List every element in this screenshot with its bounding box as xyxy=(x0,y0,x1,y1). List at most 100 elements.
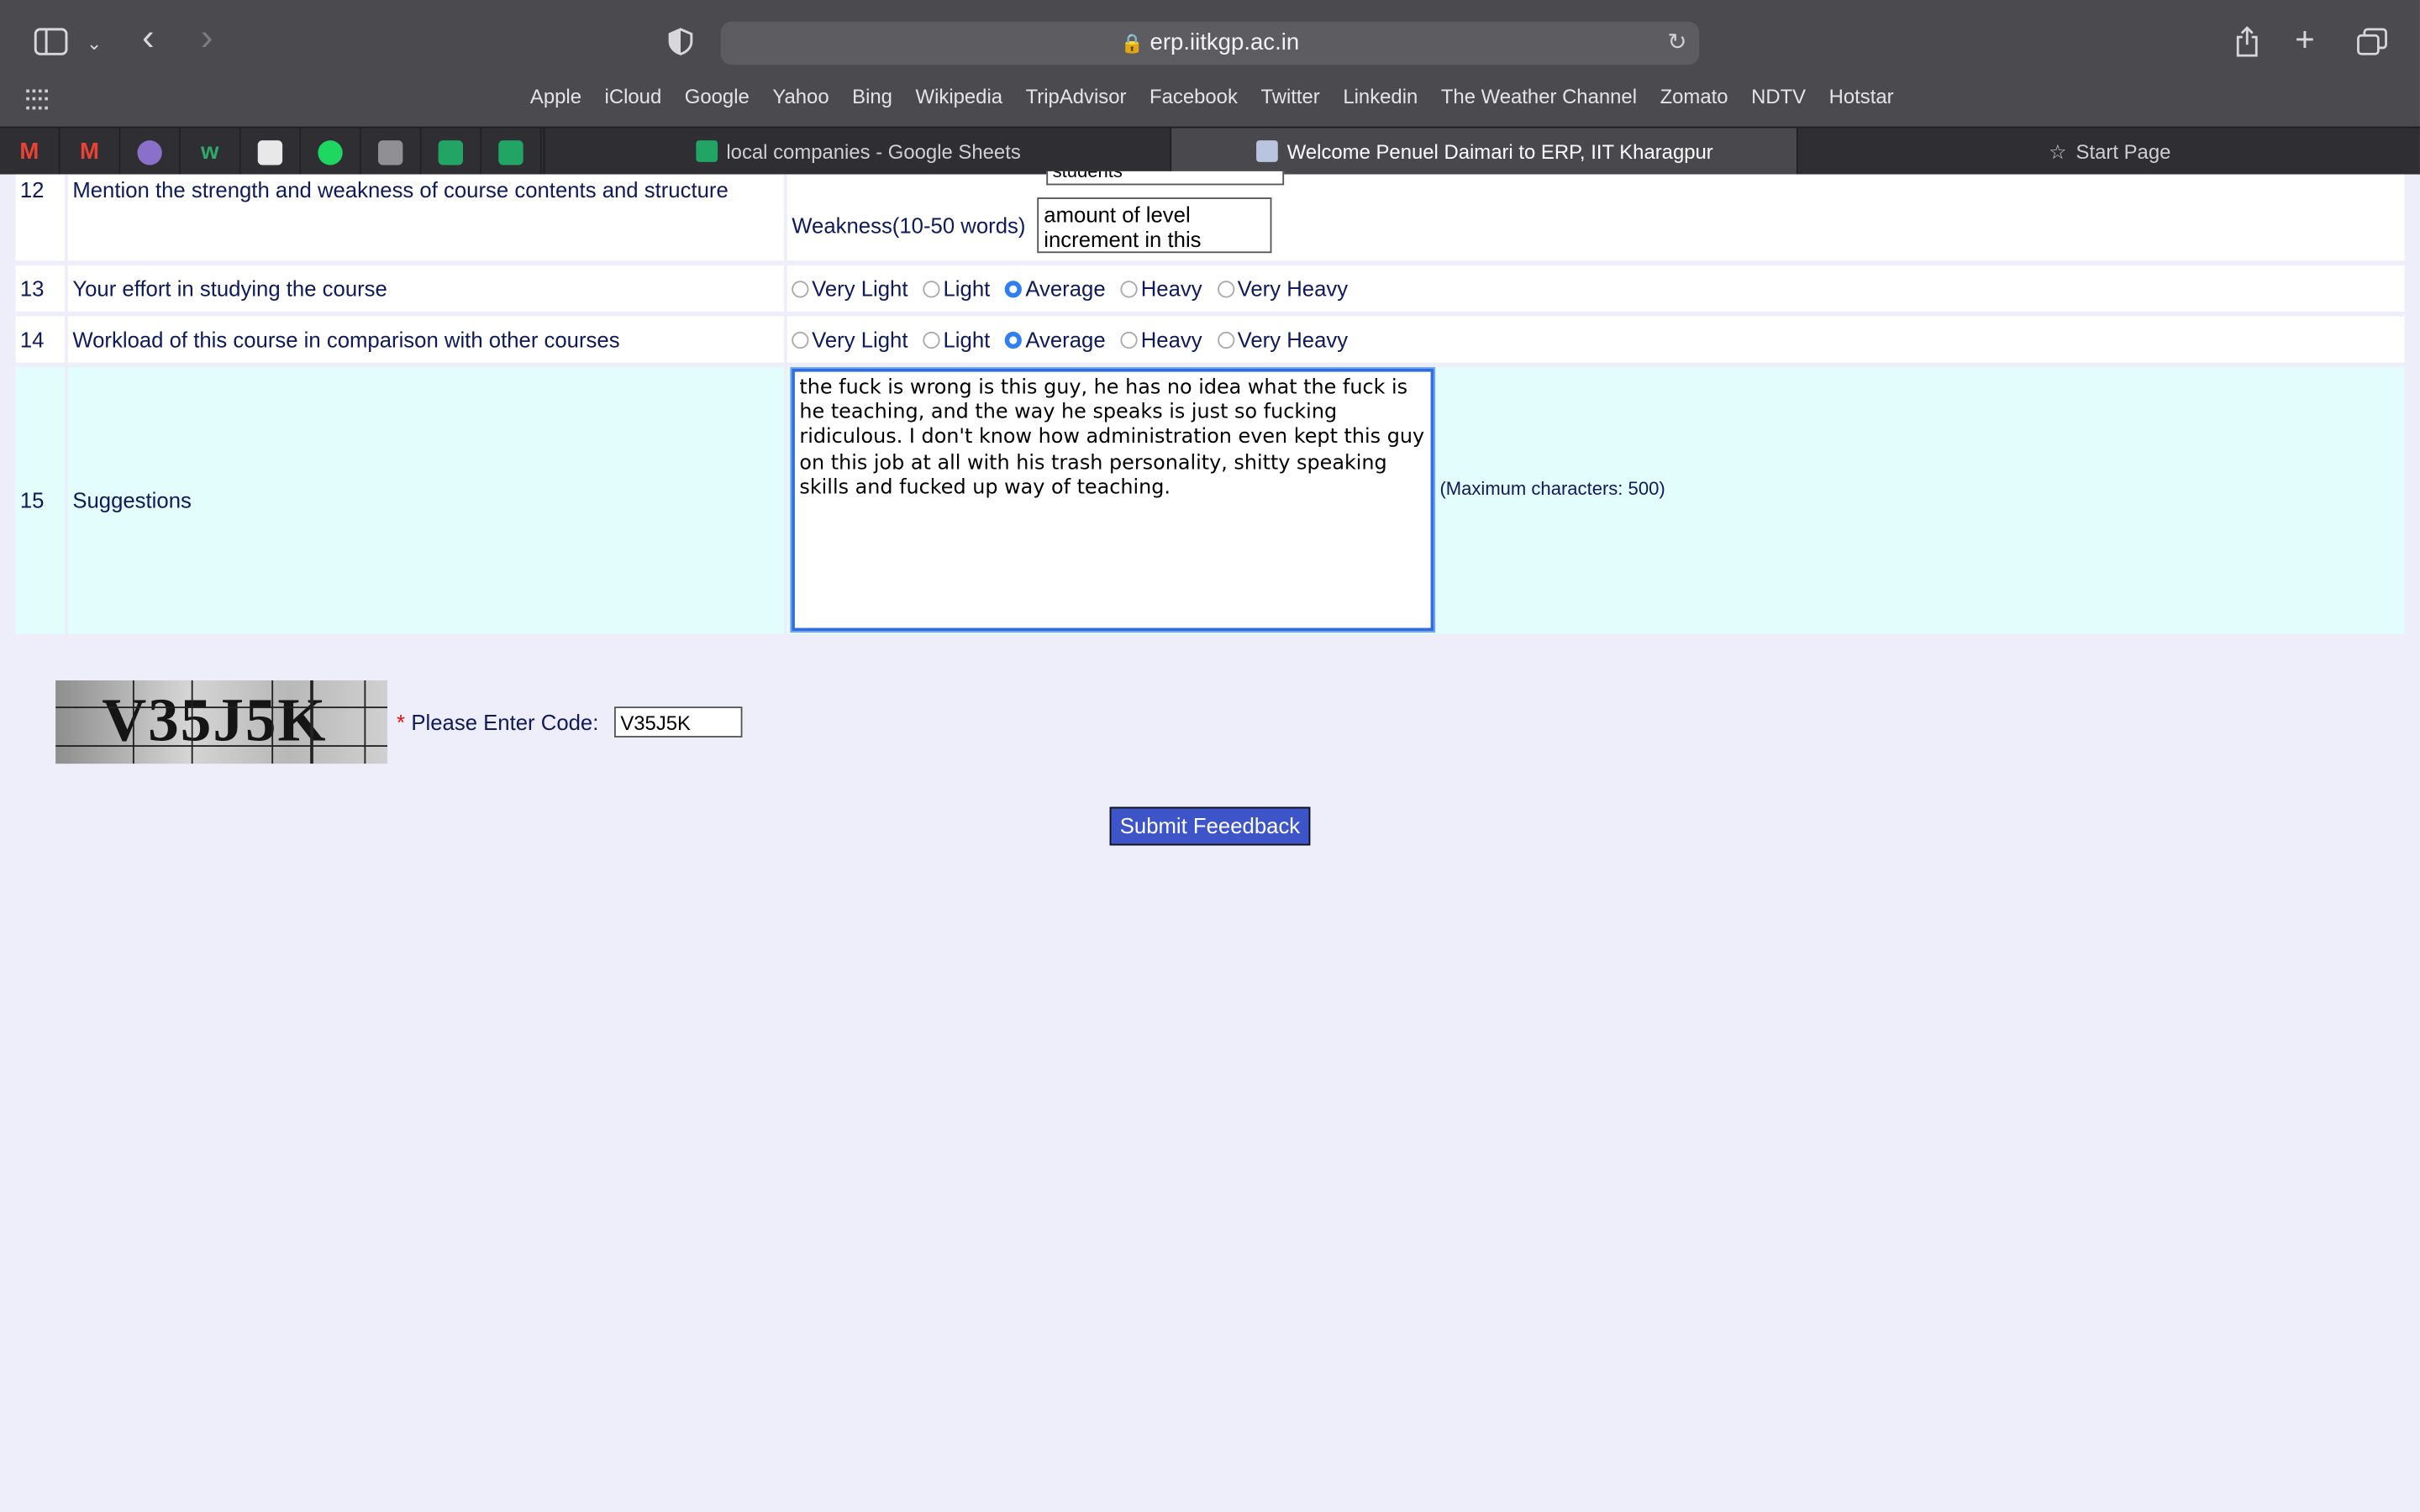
favorite-link[interactable]: Zomato xyxy=(1649,85,1740,116)
favorites-bar: Apple iCloud Google Yahoo Bing Wikipedia… xyxy=(518,85,1905,116)
feedback-form-table: 12 Mention the strength and weakness of … xyxy=(15,171,2405,638)
question-row-13: 13 Your effort in studying the course Ve… xyxy=(15,262,2405,313)
radio-light[interactable] xyxy=(923,330,940,349)
option-label: Light xyxy=(943,275,991,301)
radio-average-selected[interactable] xyxy=(1005,330,1023,349)
answer-cell: the fuck is wrong is this guy, he has no… xyxy=(786,364,2405,635)
question-number: 15 xyxy=(15,364,68,636)
captcha-image: V35J5K xyxy=(55,680,388,764)
option-label: Heavy xyxy=(1140,275,1202,301)
radio-average-selected[interactable] xyxy=(1005,280,1023,297)
pinned-tab-avatar[interactable] xyxy=(120,128,181,176)
radio-very-light[interactable] xyxy=(792,330,809,349)
browser-toolbar: ⌄ ‹ › 🔒 erp.iitkgp.ac.in ↻ + Apple iCloud… xyxy=(0,0,2420,127)
back-icon[interactable]: ‹ xyxy=(142,19,155,56)
answer-cell: students Weakness(10-50 words) amount of… xyxy=(786,171,2405,263)
question-row-12: 12 Mention the strength and weakness of … xyxy=(15,171,2405,263)
tab-overview-icon[interactable] xyxy=(2357,28,2388,61)
captcha-input[interactable]: V35J5K xyxy=(614,706,743,738)
gmail-icon: M xyxy=(80,139,100,165)
question-text: Workload of this course in comparison wi… xyxy=(66,312,787,365)
lock-icon: 🔒 xyxy=(1120,32,1144,55)
option-label: Very Light xyxy=(812,275,908,301)
sheets-icon xyxy=(498,139,523,165)
favorite-link[interactable]: Linkedin xyxy=(1332,85,1430,116)
forward-icon[interactable]: › xyxy=(201,19,213,56)
page-content: 12 Mention the strength and weakness of … xyxy=(0,171,2420,1512)
tab-label: Welcome Penuel Daimari to ERP, IIT Khara… xyxy=(1286,140,1713,164)
favorites-grid-icon[interactable] xyxy=(26,89,48,112)
submit-feedback-button[interactable]: Submit Feeedback xyxy=(1109,806,1311,846)
radio-very-heavy[interactable] xyxy=(1217,330,1234,349)
reload-icon[interactable]: ↻ xyxy=(1667,22,1686,65)
captcha-label-text: Please Enter Code: xyxy=(411,709,599,735)
spotify-icon xyxy=(318,139,343,165)
favorite-link[interactable]: Twitter xyxy=(1249,85,1332,116)
pinned-tab-gmail[interactable]: M xyxy=(0,128,60,176)
privacy-shield-icon[interactable] xyxy=(668,28,693,61)
option-label: Light xyxy=(943,326,991,351)
star-icon: ☆ xyxy=(2049,140,2067,164)
tab-start-page[interactable]: ☆ Start Page xyxy=(1796,128,2420,176)
radio-light[interactable] xyxy=(923,280,940,297)
favorite-link[interactable]: Apple xyxy=(518,85,593,116)
required-marker: * xyxy=(397,709,406,735)
emblem-icon xyxy=(257,139,283,165)
sidebar-icon[interactable] xyxy=(34,28,68,61)
favorite-link[interactable]: Bing xyxy=(840,85,903,116)
question-text: Your effort in studying the course xyxy=(66,262,787,313)
address-bar[interactable]: 🔒 erp.iitkgp.ac.in ↻ xyxy=(720,21,1700,66)
pinned-tab-sheets-2[interactable] xyxy=(481,128,542,176)
tab-bar: M M w local companies - Google Sheets We… xyxy=(0,126,2420,176)
question-number: 12 xyxy=(15,174,68,263)
strength-textarea-tail[interactable]: students xyxy=(1046,171,1285,186)
suggestions-textarea[interactable]: the fuck is wrong is this guy, he has no… xyxy=(790,366,1436,633)
pinned-tab-sheets[interactable] xyxy=(421,128,482,176)
question-number: 13 xyxy=(15,262,68,313)
pinned-tab-notion[interactable] xyxy=(361,128,422,176)
question-row-14: 14 Workload of this course in comparison… xyxy=(15,312,2405,365)
question-text: Suggestions xyxy=(66,364,787,636)
pinned-tab-emblem[interactable] xyxy=(241,128,302,176)
sheets-icon xyxy=(438,139,464,165)
gmail-icon: M xyxy=(19,139,39,165)
url-text: erp.iitkgp.ac.in xyxy=(1150,29,1300,56)
option-label: Very Heavy xyxy=(1237,275,1349,301)
favorite-link[interactable]: Facebook xyxy=(1138,85,1249,116)
avatar-icon xyxy=(137,139,162,165)
weakness-textarea[interactable]: amount of level increment in this xyxy=(1037,197,1273,253)
favorite-link[interactable]: Google xyxy=(673,85,761,116)
radio-heavy[interactable] xyxy=(1120,280,1139,297)
radio-very-light[interactable] xyxy=(792,280,809,297)
question-text: Mention the strength and weakness of cou… xyxy=(66,174,787,263)
radio-very-heavy[interactable] xyxy=(1217,280,1234,297)
share-icon[interactable] xyxy=(2235,26,2260,63)
tab-google-sheets[interactable]: local companies - Google Sheets xyxy=(543,128,1172,176)
answer-cell: Very Light Light Average Heavy Very Heav… xyxy=(786,262,2405,313)
favorite-link[interactable]: The Weather Channel xyxy=(1429,85,1649,116)
question-number: 14 xyxy=(15,312,68,365)
new-tab-icon[interactable]: + xyxy=(2295,23,2315,56)
pinned-tab-gmail-2[interactable]: M xyxy=(60,128,121,176)
option-label: Very Light xyxy=(812,326,908,351)
tab-label: Start Page xyxy=(2075,140,2171,164)
favorite-link[interactable]: NDTV xyxy=(1739,85,1818,116)
radio-heavy[interactable] xyxy=(1120,330,1139,349)
pinned-tab-spotify[interactable] xyxy=(301,128,361,176)
option-label: Very Heavy xyxy=(1237,326,1349,351)
pinned-tab-w[interactable]: w xyxy=(181,128,241,176)
chevron-down-icon[interactable]: ⌄ xyxy=(87,28,102,59)
weakness-label: Weakness(10-50 words) xyxy=(792,213,1026,238)
captcha-label: * Please Enter Code: xyxy=(397,710,598,734)
sheets-icon xyxy=(695,140,718,162)
favorite-link[interactable]: Hotstar xyxy=(1818,85,1906,116)
favorite-link[interactable]: Wikipedia xyxy=(904,85,1014,116)
favorite-link[interactable]: iCloud xyxy=(593,85,673,116)
tab-erp[interactable]: Welcome Penuel Daimari to ERP, IIT Khara… xyxy=(1170,128,1798,176)
favorite-link[interactable]: TripAdvisor xyxy=(1014,85,1138,116)
favorite-link[interactable]: Yahoo xyxy=(761,85,841,116)
notion-icon xyxy=(377,139,403,165)
answer-cell: Very Light Light Average Heavy Very Heav… xyxy=(786,313,2405,365)
iit-logo-icon xyxy=(1256,140,1278,162)
w-logo-icon: w xyxy=(201,139,219,165)
